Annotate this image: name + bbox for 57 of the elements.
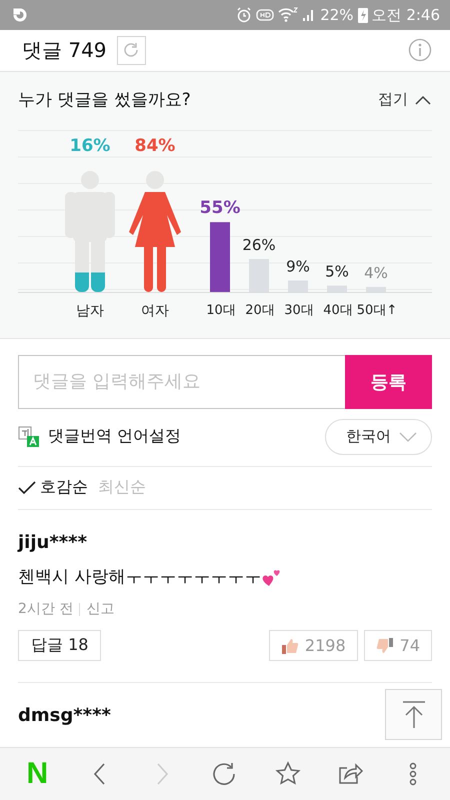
dislike-button[interactable]: 74	[364, 630, 432, 661]
forward-icon	[156, 762, 169, 786]
clock-time: 오전 2:46	[372, 6, 440, 24]
like-button[interactable]: 2198	[268, 630, 358, 661]
female-figure-icon	[129, 170, 181, 292]
stats-title: 누가 댓글을 썼을까요?	[18, 89, 192, 112]
back-icon	[93, 762, 106, 786]
gender-label: 남자	[76, 302, 104, 320]
age-bar	[327, 285, 347, 292]
bar-value-label: 5%	[325, 262, 349, 280]
male-figure-icon	[64, 170, 116, 292]
more-icon	[408, 762, 417, 786]
alarm-icon	[236, 7, 252, 23]
comment-text: 첸백시 사랑해ㅜㅜㅜㅜㅜㅜㅜㅜ	[18, 566, 262, 588]
reply-button[interactable]: 답글 18	[18, 630, 102, 661]
comment-input-field[interactable]: 댓글을 입력해주세요 등록	[18, 354, 432, 409]
bar-value-label: 4%	[364, 264, 388, 282]
chevron-down-icon	[399, 432, 417, 442]
comment-time: 2시간 전	[18, 600, 74, 618]
report-link[interactable]: 신고	[86, 600, 114, 618]
battery-percent: 22%	[320, 6, 354, 24]
carrier-logo-icon	[12, 7, 28, 23]
age-bar	[210, 222, 230, 292]
age-bar	[288, 280, 308, 292]
refresh-icon	[122, 41, 140, 60]
gender-percent: 84%	[134, 136, 176, 156]
comment-count-title: 댓글 749	[22, 36, 107, 64]
collapse-toggle[interactable]: 접기	[378, 90, 432, 110]
age-label: 10대	[206, 302, 236, 318]
username: dmsg****	[18, 705, 111, 726]
age-label: 50대↑	[356, 302, 398, 318]
age-bar	[366, 286, 386, 292]
gender-percent: 16%	[70, 136, 110, 156]
translation-setting-label: 댓글번역 언어설정	[48, 426, 182, 448]
battery-charging-icon	[358, 7, 368, 23]
thumbs-down-icon	[376, 636, 394, 654]
bar-value-label: 26%	[242, 236, 276, 254]
age-bar	[249, 258, 269, 292]
translate-icon	[18, 426, 40, 448]
gender-label: 여자	[141, 302, 169, 320]
bar-value-label: 55%	[201, 198, 240, 218]
age-label: 20대	[245, 302, 275, 318]
bar-value-label: 9%	[286, 257, 310, 276]
wifi-icon	[278, 7, 298, 23]
arrow-to-top-icon	[400, 700, 426, 730]
info-icon[interactable]	[408, 38, 432, 62]
check-icon	[18, 480, 36, 495]
username: jiju****	[18, 532, 87, 553]
language-dropdown[interactable]: 한국어	[325, 418, 432, 455]
age-label: 30대	[284, 302, 314, 318]
age-label: 40대	[323, 302, 353, 318]
scroll-top-button[interactable]	[385, 689, 442, 740]
sort-option[interactable]: 호감순	[18, 477, 88, 498]
chevron-icon	[414, 94, 432, 106]
thumbs-up-icon	[280, 636, 299, 654]
submit-button[interactable]: 등록	[345, 354, 432, 409]
hd-voice-icon	[256, 8, 274, 22]
